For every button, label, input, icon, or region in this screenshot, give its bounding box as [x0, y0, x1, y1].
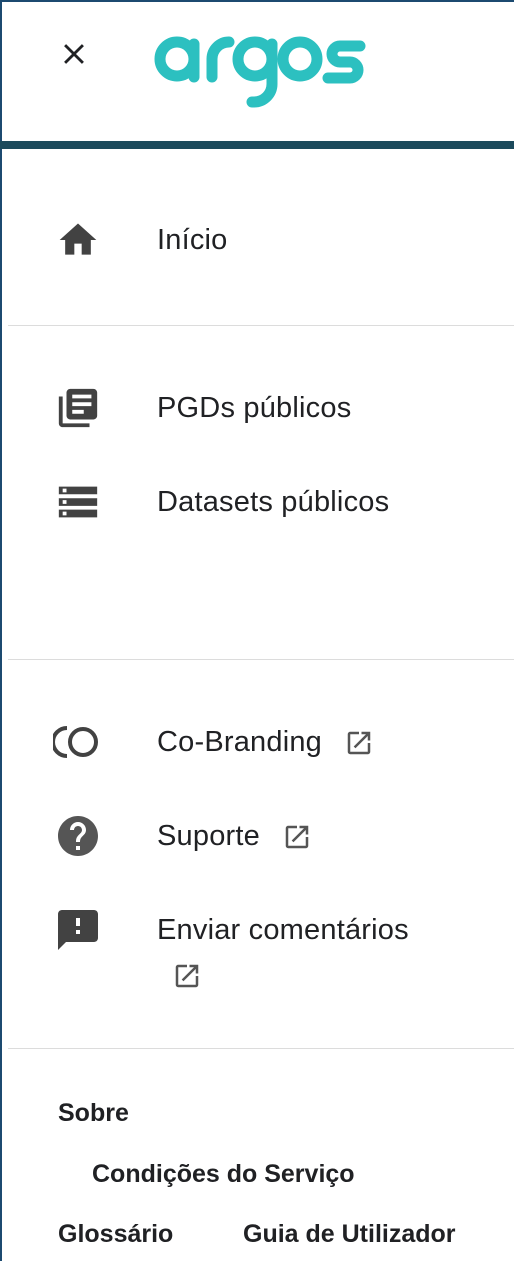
menu-divider	[8, 325, 514, 326]
footer-link-glossario[interactable]: Glossário	[58, 1220, 173, 1249]
nav-item-label: Datasets públicos	[157, 485, 390, 518]
menu-header	[0, 0, 514, 150]
menu-divider	[8, 659, 514, 660]
nav-item-label: Co-Branding	[157, 725, 323, 758]
nav-item-label: Suporte	[157, 819, 260, 852]
open-in-new-icon	[285, 825, 309, 849]
header-divider-bar	[0, 141, 514, 149]
nav-item-pgds-publicos[interactable]: PGDs públicos	[0, 376, 514, 440]
argos-logo[interactable]	[150, 22, 370, 112]
close-icon	[64, 44, 84, 64]
footer-link-condicoes-servico[interactable]: Condições do Serviço	[92, 1160, 355, 1189]
nav-item-suporte[interactable]: Suporte	[0, 804, 514, 868]
co-branding-icon	[52, 716, 104, 768]
open-in-new-icon	[347, 731, 371, 755]
close-button[interactable]	[50, 30, 98, 78]
nav-item-label-wrap: Co-Branding	[157, 726, 374, 759]
nav-item-label-wrap: Suporte	[157, 820, 312, 853]
nav-item-co-branding[interactable]: Co-Branding	[0, 710, 514, 774]
nav-item-datasets-publicos[interactable]: Datasets públicos	[0, 470, 514, 534]
help-icon	[52, 810, 104, 862]
open-in-new-icon[interactable]	[172, 961, 202, 991]
feedback-icon	[52, 904, 104, 956]
home-icon	[52, 214, 104, 266]
footer-link-sobre[interactable]: Sobre	[58, 1099, 129, 1128]
nav-item-enviar-comentarios[interactable]: Enviar comentários	[0, 898, 514, 962]
storage-icon	[52, 476, 104, 528]
library-books-icon	[52, 382, 104, 434]
nav-item-label: Enviar comentários	[157, 913, 409, 946]
footer-link-guia-utilizador[interactable]: Guia de Utilizador	[243, 1220, 456, 1249]
menu-divider	[8, 1048, 514, 1049]
side-menu-panel	[0, 0, 514, 1261]
nav-item-label: PGDs públicos	[157, 391, 352, 424]
nav-item-label: Início	[157, 223, 228, 256]
nav-item-inicio[interactable]: Início	[0, 208, 514, 272]
